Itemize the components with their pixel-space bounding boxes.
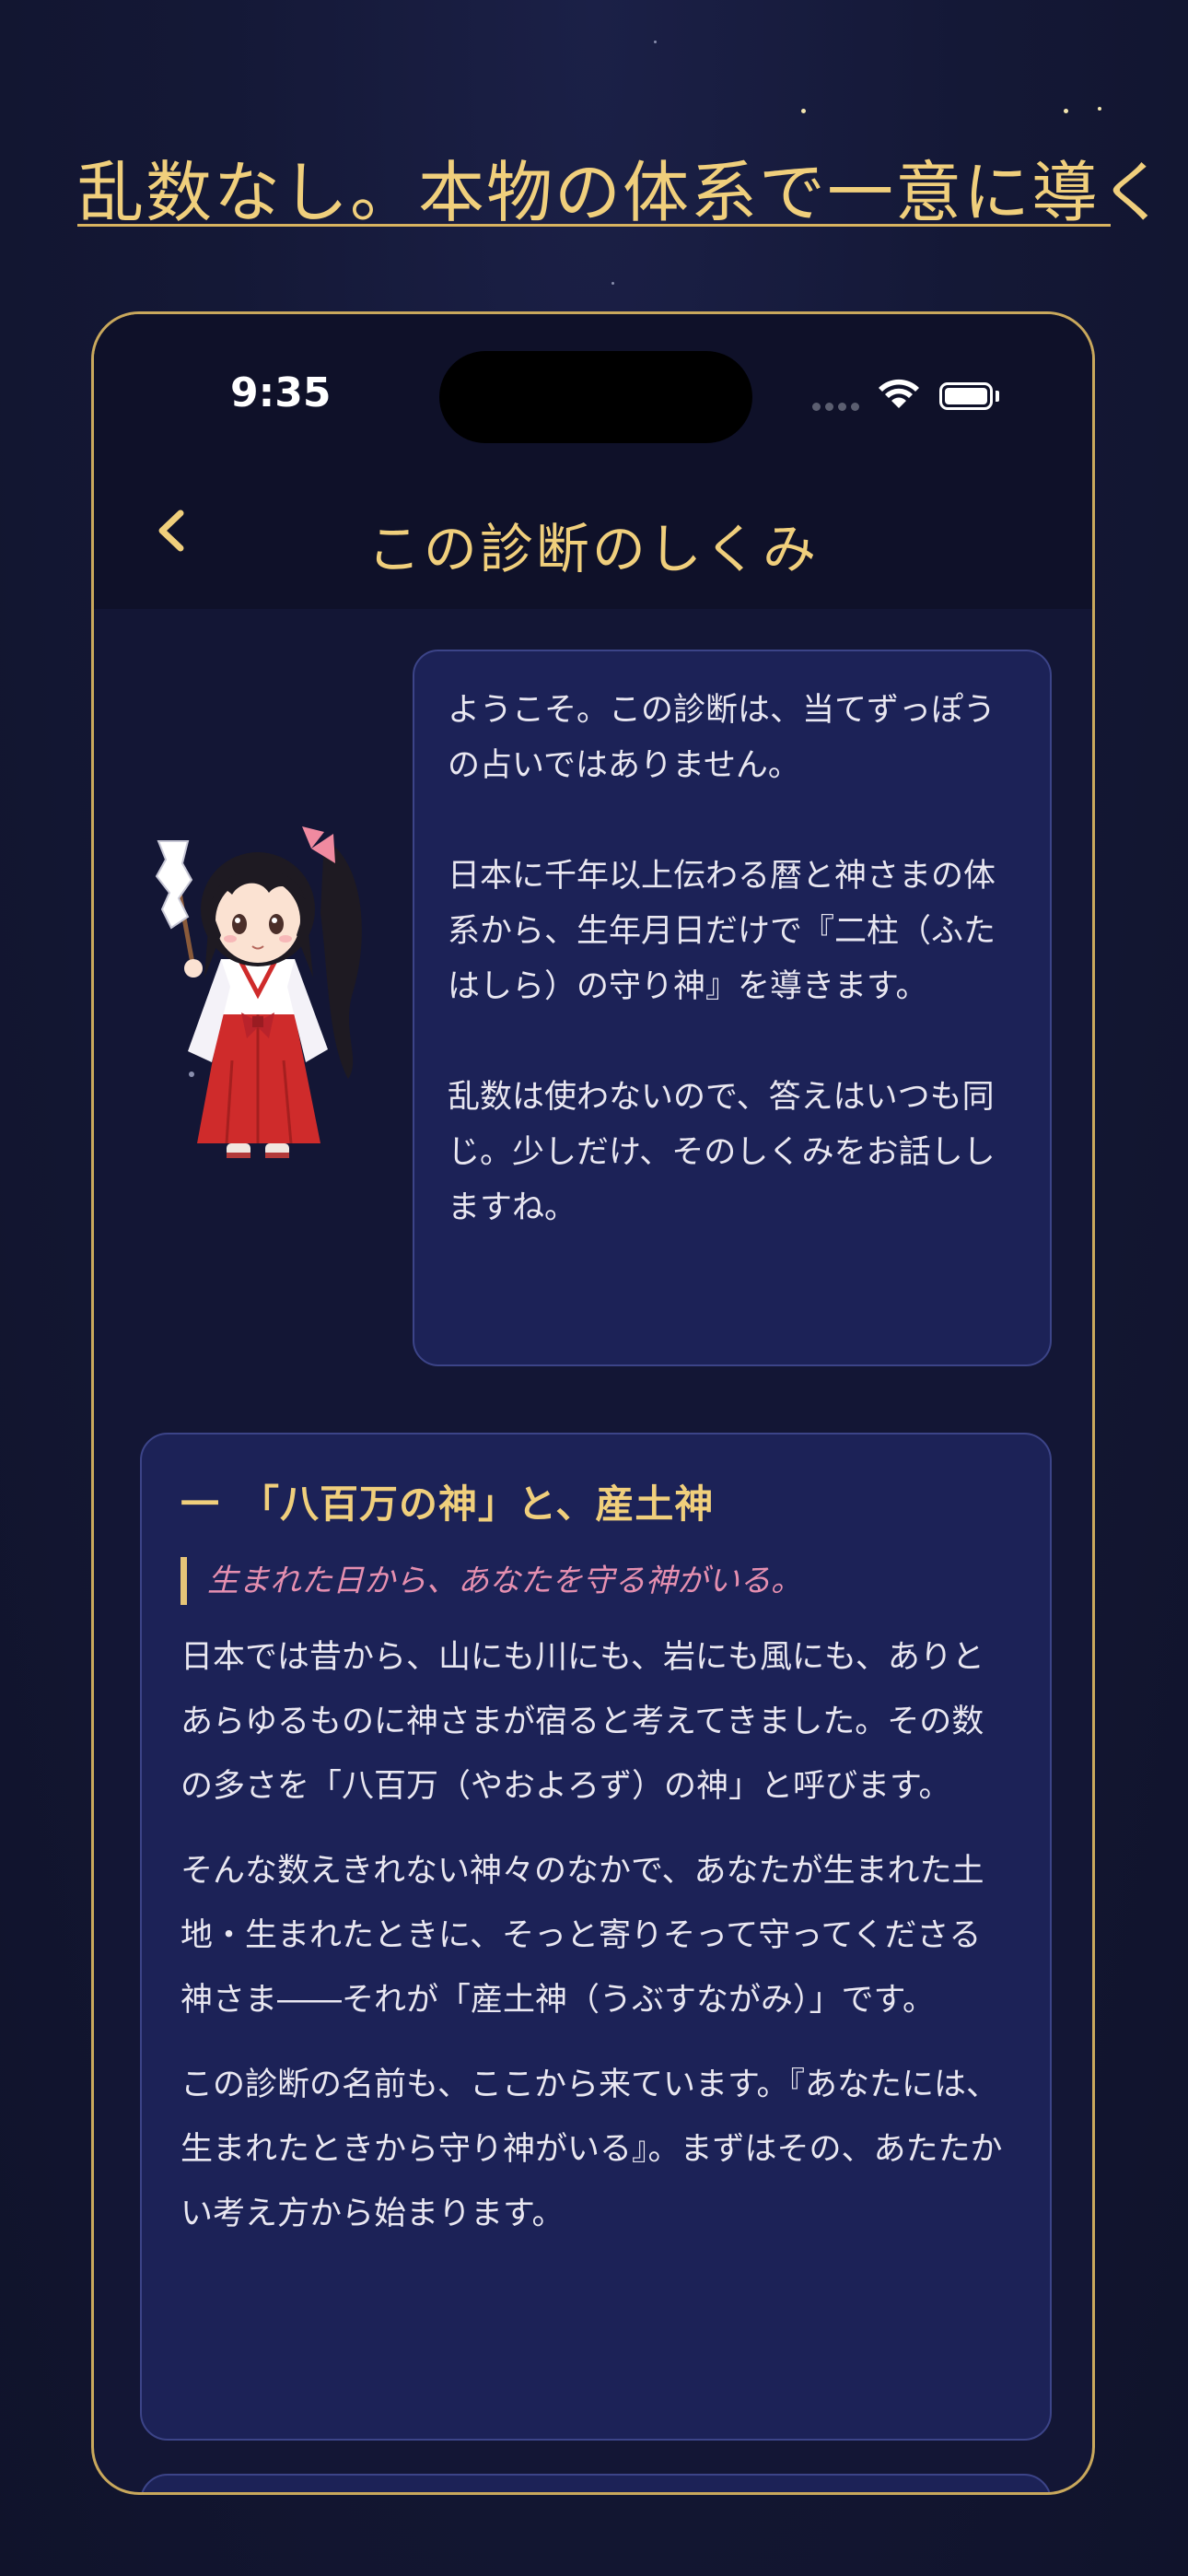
- intro-paragraph: 乱数は使わないので、答えはいつも同じ。少しだけ、そのしくみをお話ししますね。: [448, 1079, 996, 1226]
- scroll-content[interactable]: ようこそ。この診断は、当てずっぽうの占いではありません。 日本に千年以上伝わる暦…: [94, 609, 1092, 2492]
- cellular-signal-icon: [812, 403, 859, 411]
- battery-icon: [939, 382, 993, 410]
- section-paragraph: そんな数えきれない神々のなかで、あなたが生まれた土地・生まれたときに、そっと寄り…: [181, 1853, 984, 2019]
- navigation-bar: この診断のしくみ: [94, 452, 1092, 609]
- nav-title: この診断のしくみ: [367, 518, 820, 580]
- screen: 乱数なし。本物の体系で一意に導く 9:35 この診断のしくみ ようこそ。この診断…: [0, 0, 1188, 2576]
- section-quote: 生まれた日から、あなたを守る神がいる。: [181, 1557, 1011, 1605]
- intro-paragraph: 日本に千年以上伝わる暦と神さまの体系から、生年月日だけで『二柱（ふたはしら）の守…: [448, 858, 996, 1005]
- star-decoration: [1098, 107, 1101, 111]
- section-card: 一 「八百万の神」と、産土神 生まれた日から、あなたを守る神がいる。 日本では昔…: [140, 1433, 1052, 2441]
- intro-paragraph: ようこそ。この診断は、当てずっぽうの占いではありません。: [448, 692, 996, 784]
- star-decoration: [1064, 109, 1068, 113]
- star-decoration: [654, 41, 657, 43]
- section-paragraph: この診断の名前も、ここから来ています。『あなたには、生まれたときから守り神がいる…: [181, 2067, 1003, 2232]
- shrine-maiden-mascot-illustration: [155, 826, 362, 1158]
- dynamic-island: [439, 351, 752, 443]
- page-headline: 乱数なし。本物の体系で一意に導く: [77, 154, 1169, 231]
- headline-underline: [77, 224, 1111, 227]
- section-title: 一 「八百万の神」と、産土神: [181, 1481, 715, 1527]
- battery-cap: [996, 391, 999, 402]
- section-paragraph: 日本では昔から、山にも川にも、岩にも風にも、ありとあらゆるものに神さまが宿ると考…: [181, 1639, 984, 1805]
- wifi-icon: [879, 379, 919, 408]
- star-decoration: [801, 109, 806, 113]
- star-decoration: [611, 282, 614, 285]
- phone-frame: 9:35 この診断のしくみ ようこそ。この診断は、当てずっぽうの占いではありませ…: [91, 311, 1095, 2495]
- status-time: 9:35: [230, 369, 332, 416]
- next-section-card: [140, 2474, 1052, 2492]
- status-bar: 9:35: [94, 314, 1092, 452]
- intro-speech-bubble: ようこそ。この診断は、当てずっぽうの占いではありません。 日本に千年以上伝わる暦…: [413, 650, 1052, 1366]
